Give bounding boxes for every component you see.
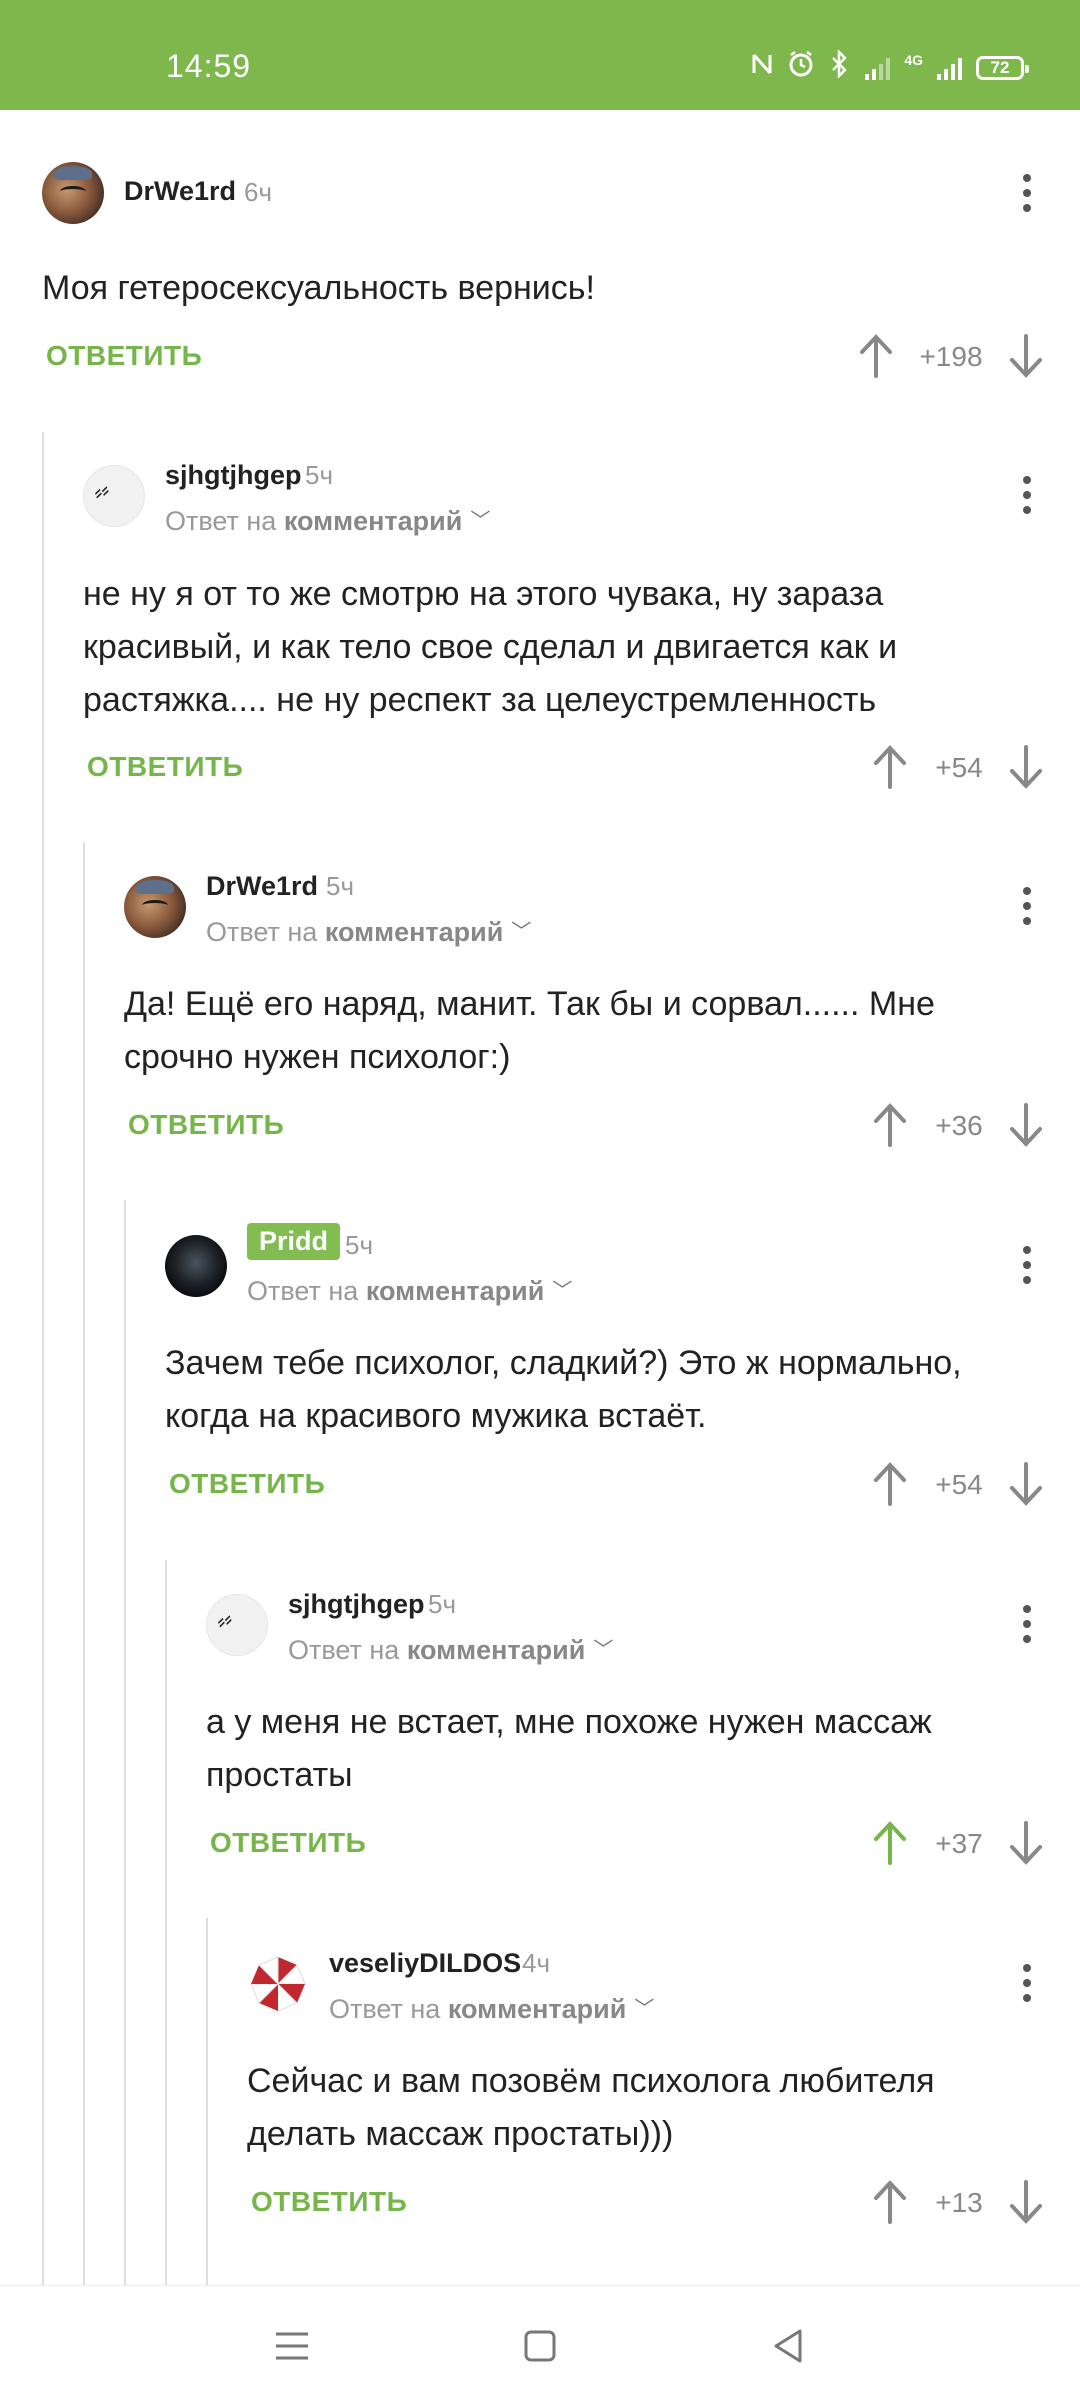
- battery-icon: 72: [976, 55, 1029, 80]
- chevron-down-icon: ﹀: [634, 1998, 655, 2020]
- comment-time: 4ч: [522, 1948, 551, 1978]
- nfc-icon: [751, 51, 773, 84]
- 4g-signal-icon: [937, 56, 962, 80]
- reply-to-link[interactable]: Ответ на комментарий ﹀: [329, 1994, 654, 2025]
- upvote-icon[interactable]: [870, 2178, 910, 2226]
- signal-icon: [865, 56, 891, 80]
- status-icons: 4G 72: [751, 48, 1029, 85]
- reply-button[interactable]: ОТВЕТИТЬ: [251, 2186, 407, 2218]
- alarm-icon: [787, 50, 815, 85]
- downvote-icon[interactable]: [1006, 2178, 1046, 2226]
- system-nav-bar: [0, 2285, 1080, 2400]
- reply-to-prefix: Ответ на: [329, 1994, 441, 2024]
- comment-text: Сейчас и вам позовём психолога любителя …: [247, 2062, 935, 2153]
- comments-feed[interactable]: DrWe1rd 6ч Моя гетеросексуальность верни…: [0, 110, 1080, 2285]
- home-icon[interactable]: [520, 2326, 560, 2366]
- avatar[interactable]: [247, 1953, 309, 2015]
- network-type-label: 4G: [904, 51, 923, 68]
- more-options-icon[interactable]: [1012, 1958, 1042, 2008]
- umbrella-logo-icon: [250, 1956, 306, 2012]
- back-icon[interactable]: [768, 2326, 808, 2366]
- reply-to-target: комментарий: [447, 1994, 627, 2024]
- menu-icon[interactable]: [272, 2326, 312, 2366]
- status-bar: 14:59 4G 72: [0, 0, 1080, 110]
- comment-author[interactable]: veseliyDILDOS: [329, 1948, 521, 1979]
- comment-score: +13: [935, 2187, 983, 2218]
- comment: veseliyDILDOS 4ч Ответ на комментарий ﹀ С…: [0, 110, 1080, 2285]
- bluetooth-icon: [829, 48, 851, 85]
- status-time: 14:59: [166, 48, 252, 84]
